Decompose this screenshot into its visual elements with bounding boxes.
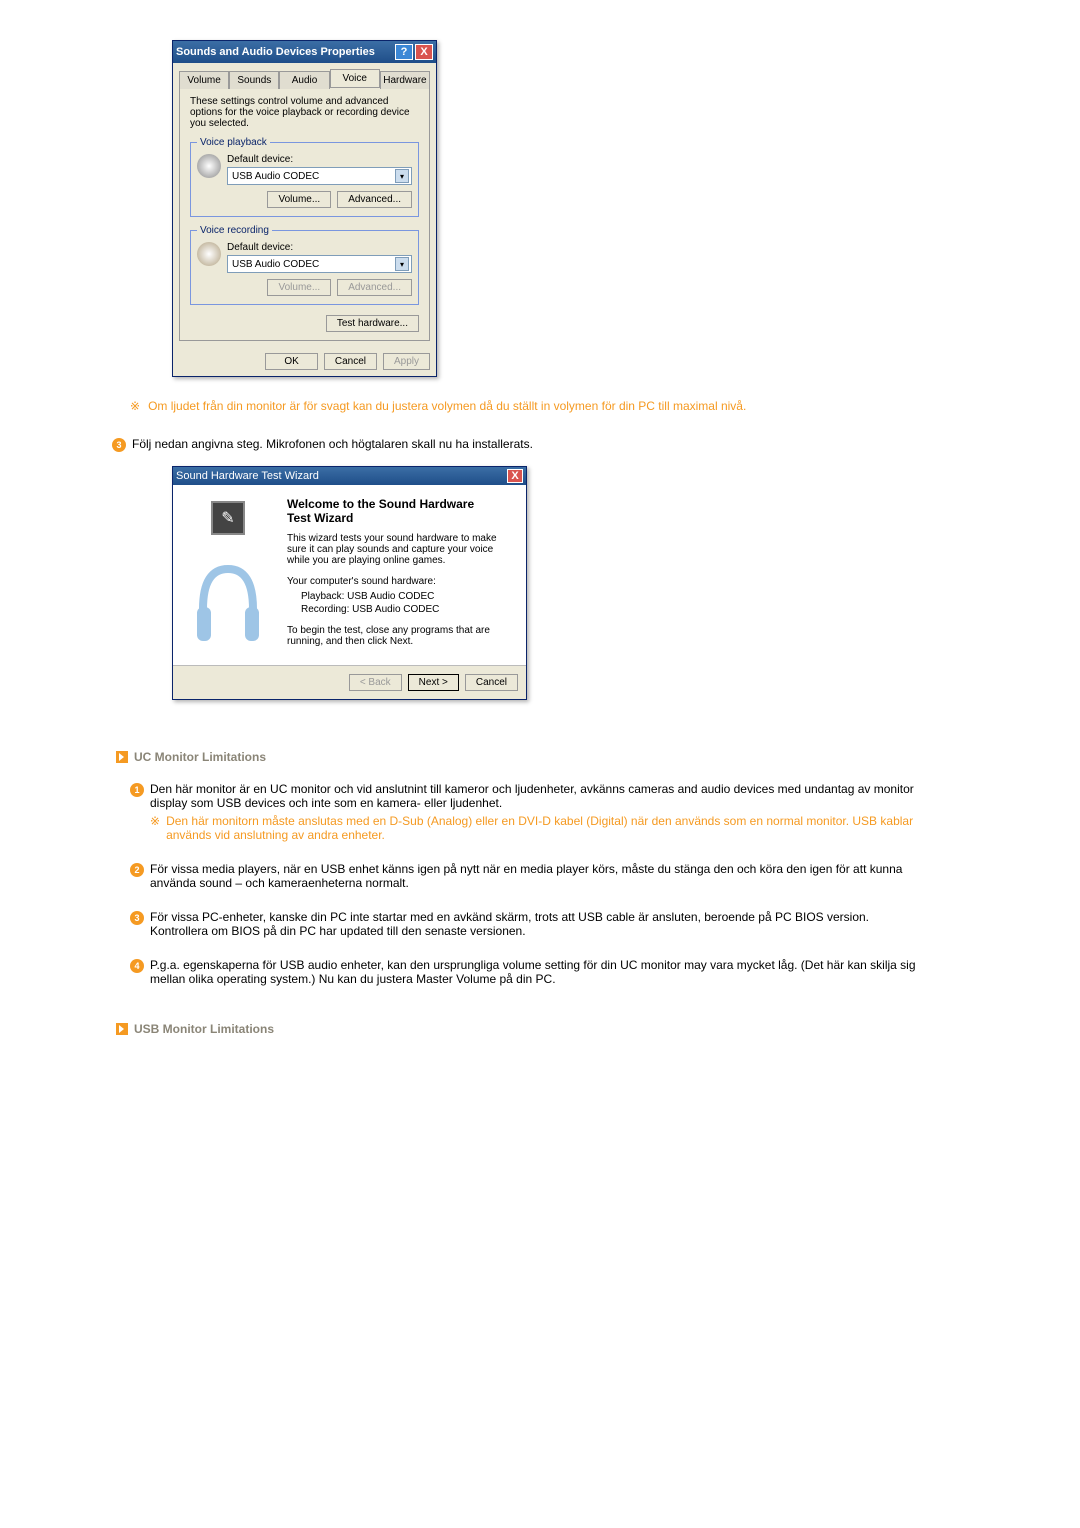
- uc-item-1-note: Den här monitorn måste anslutas med en D…: [166, 814, 920, 842]
- microphone-icon: [197, 242, 221, 266]
- cancel-button[interactable]: Cancel: [324, 353, 377, 370]
- volume-note: Om ljudet från din monitor är för svagt …: [148, 399, 746, 413]
- playback-device-select[interactable]: USB Audio CODEC ▾: [227, 167, 412, 185]
- mic-graphic-icon: ✎: [211, 501, 245, 535]
- dialog-title: Sounds and Audio Devices Properties: [176, 46, 375, 58]
- uc-item-2: För vissa media players, när en USB enhe…: [150, 862, 920, 890]
- tab-sounds[interactable]: Sounds: [229, 71, 279, 89]
- recording-device-select[interactable]: USB Audio CODEC ▾: [227, 255, 412, 273]
- tab-description: These settings control volume and advanc…: [190, 96, 419, 129]
- tab-volume[interactable]: Volume: [179, 71, 229, 89]
- next-button[interactable]: Next >: [408, 674, 459, 691]
- tab-strip: Volume Sounds Audio Voice Hardware: [179, 69, 430, 87]
- usb-section-title: USB Monitor Limitations: [134, 1022, 274, 1036]
- recording-volume-button[interactable]: Volume...: [267, 279, 331, 296]
- tab-voice[interactable]: Voice: [330, 69, 380, 87]
- help-button[interactable]: ?: [395, 44, 413, 60]
- step-3-badge: 3: [112, 438, 126, 452]
- playback-volume-button[interactable]: Volume...: [267, 191, 331, 208]
- wizard-playback: Playback: USB Audio CODEC: [287, 587, 512, 604]
- wizard-sidebar: ✎: [173, 485, 283, 665]
- num-3-badge: 3: [130, 911, 144, 925]
- playback-advanced-button[interactable]: Advanced...: [337, 191, 412, 208]
- section-arrow-icon: [116, 1023, 128, 1035]
- note-star-icon: ※: [150, 814, 160, 842]
- recording-advanced-button[interactable]: Advanced...: [337, 279, 412, 296]
- apply-button[interactable]: Apply: [383, 353, 430, 370]
- playback-label: Default device:: [227, 154, 412, 165]
- num-2-badge: 2: [130, 863, 144, 877]
- recording-device-value: USB Audio CODEC: [232, 259, 319, 270]
- sound-hardware-wizard: Sound Hardware Test Wizard X ✎ Welcome t…: [172, 466, 527, 700]
- uc-item-3b: Kontrollera om BIOS på din PC har update…: [150, 924, 869, 938]
- recording-label: Default device:: [227, 242, 412, 253]
- wizard-title: Sound Hardware Test Wizard: [176, 470, 319, 482]
- uc-section-title: UC Monitor Limitations: [134, 750, 266, 764]
- uc-item-1: Den här monitor är en UC monitor och vid…: [150, 782, 920, 810]
- playback-device-value: USB Audio CODEC: [232, 171, 319, 182]
- wizard-main: Welcome to the Sound HardwareTest Wizard…: [283, 485, 526, 665]
- tab-hardware[interactable]: Hardware: [380, 71, 430, 89]
- recording-legend: Voice recording: [197, 225, 272, 236]
- sounds-devices-dialog: Sounds and Audio Devices Properties ? X …: [172, 40, 437, 377]
- speaker-icon: [197, 154, 221, 178]
- tab-audio[interactable]: Audio: [279, 71, 329, 89]
- wizard-p2: Your computer's sound hardware:: [287, 576, 512, 587]
- num-1-badge: 1: [130, 783, 144, 797]
- wizard-titlebar: Sound Hardware Test Wizard X: [173, 467, 526, 485]
- headphones-icon: [193, 549, 263, 659]
- wizard-heading-2: Test Wizard: [287, 511, 353, 525]
- chevron-down-icon: ▾: [395, 257, 409, 271]
- section-arrow-icon: [116, 751, 128, 763]
- voice-recording-group: Voice recording Default device: USB Audi…: [190, 225, 419, 305]
- test-hardware-button[interactable]: Test hardware...: [326, 315, 419, 332]
- close-button[interactable]: X: [415, 44, 433, 60]
- num-4-badge: 4: [130, 959, 144, 973]
- ok-button[interactable]: OK: [265, 353, 317, 370]
- playback-legend: Voice playback: [197, 137, 270, 148]
- step-3-text: Följ nedan angivna steg. Mikrofonen och …: [132, 437, 533, 452]
- note-star-icon: ※: [130, 399, 140, 413]
- chevron-down-icon: ▾: [395, 169, 409, 183]
- uc-item-3a: För vissa PC-enheter, kanske din PC inte…: [150, 910, 869, 924]
- dialog-titlebar: Sounds and Audio Devices Properties ? X: [173, 41, 436, 63]
- close-button[interactable]: X: [507, 469, 523, 483]
- wizard-p1: This wizard tests your sound hardware to…: [287, 533, 512, 566]
- back-button[interactable]: < Back: [349, 674, 402, 691]
- wizard-heading-1: Welcome to the Sound Hardware: [287, 497, 474, 511]
- tab-body: These settings control volume and advanc…: [179, 87, 430, 341]
- uc-item-4: P.g.a. egenskaperna för USB audio enhete…: [150, 958, 920, 986]
- wizard-recording: Recording: USB Audio CODEC: [287, 604, 512, 625]
- wizard-p3: To begin the test, close any programs th…: [287, 625, 512, 647]
- cancel-button[interactable]: Cancel: [465, 674, 518, 691]
- voice-playback-group: Voice playback Default device: USB Audio…: [190, 137, 419, 217]
